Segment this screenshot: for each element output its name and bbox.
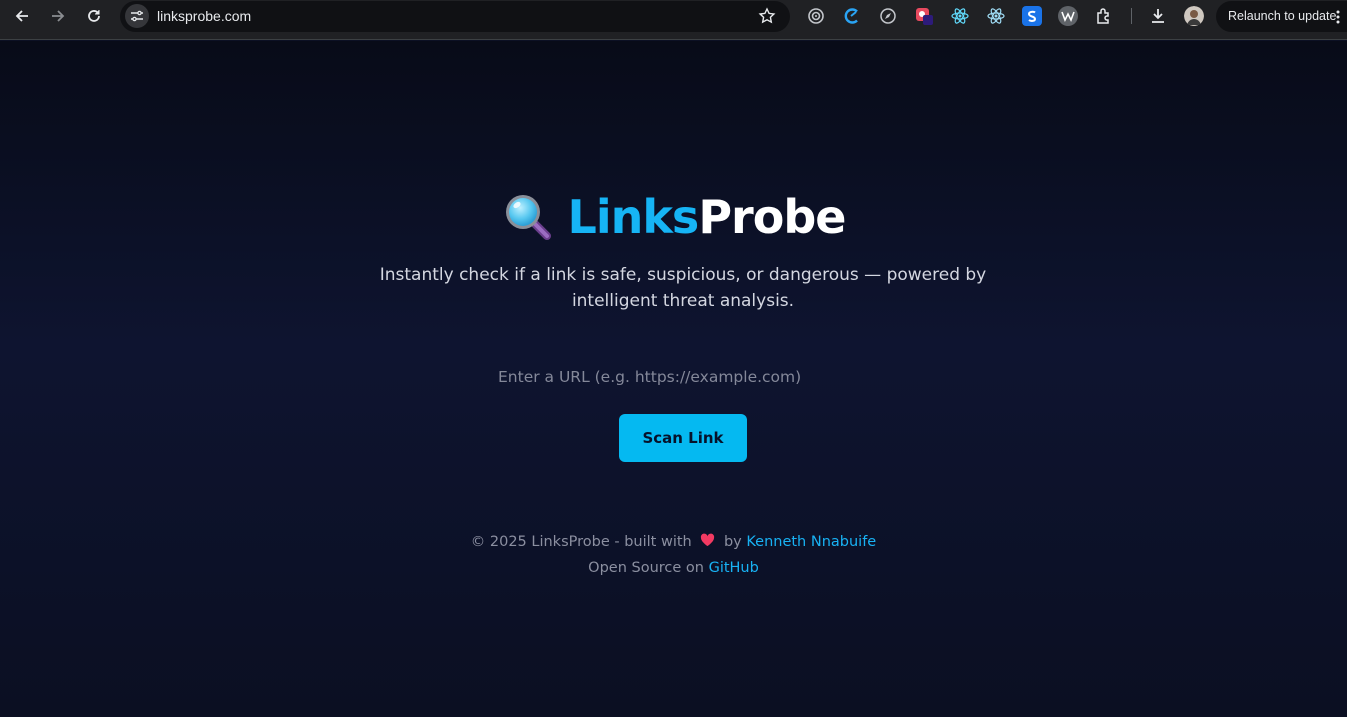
forward-icon [52, 10, 65, 22]
author-link[interactable]: Kenneth Nnabuife [746, 534, 876, 550]
tagline: Instantly check if a link is safe, suspi… [379, 265, 987, 311]
footer-open-source: Open Source on [588, 560, 704, 576]
github-link[interactable]: GitHub [709, 560, 759, 576]
footer-by: by [723, 534, 742, 550]
site-info-icon [131, 10, 143, 22]
extension-target-icon[interactable] [806, 6, 826, 26]
reload-icon [88, 10, 100, 22]
title-links: Links [567, 190, 700, 244]
page-content: LinksProbe Instantly check if a link is … [0, 41, 1347, 717]
forward-button[interactable] [44, 4, 72, 28]
download-icon[interactable] [1148, 6, 1168, 26]
magnifying-glass-icon [505, 195, 551, 240]
extensions-puzzle-icon[interactable] [1094, 6, 1114, 26]
heart-icon [701, 533, 715, 547]
page-title: LinksProbe [567, 190, 847, 244]
toolbar-divider [1131, 8, 1132, 24]
back-icon [15, 10, 28, 22]
extension-red-icon[interactable] [914, 6, 934, 26]
title-probe: Probe [698, 190, 846, 244]
extension-react-devtools-icon[interactable] [986, 6, 1006, 26]
extension-c-icon[interactable] [842, 6, 862, 26]
back-button[interactable] [8, 4, 36, 28]
address-bar[interactable]: linksprobe.com [120, 1, 790, 32]
relaunch-button[interactable]: Relaunch to update [1216, 1, 1347, 32]
browser-toolbar: linksprobe.com Relaunch to update [0, 0, 1347, 40]
extension-compass-icon[interactable] [878, 6, 898, 26]
more-menu-icon[interactable] [1336, 10, 1340, 24]
url-text[interactable]: linksprobe.com [157, 8, 251, 24]
extension-react-icon[interactable] [950, 6, 970, 26]
brand-header: LinksProbe [0, 189, 1347, 245]
bookmark-star-icon[interactable] [758, 7, 776, 25]
relaunch-label: Relaunch to update [1228, 9, 1337, 23]
footer-copyright: © 2025 LinksProbe - built with [470, 534, 692, 550]
profile-avatar[interactable] [1184, 6, 1204, 26]
site-info-button[interactable] [125, 4, 149, 28]
footer: © 2025 LinksProbe - built with by Kennet… [0, 529, 1347, 581]
extension-s-icon[interactable] [1022, 6, 1042, 26]
extension-w-icon[interactable] [1058, 6, 1078, 26]
url-input[interactable] [473, 359, 874, 395]
footer-source-line: Open Source on GitHub [0, 555, 1347, 581]
reload-button[interactable] [80, 4, 108, 28]
scan-link-button[interactable]: Scan Link [619, 414, 747, 462]
footer-credit-line: © 2025 LinksProbe - built with by Kennet… [0, 529, 1347, 555]
